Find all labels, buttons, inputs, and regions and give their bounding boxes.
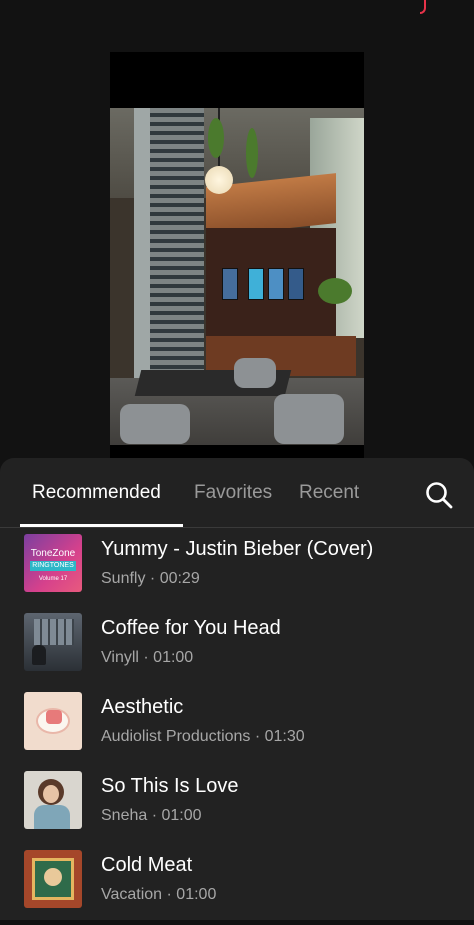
- thumb-brand: ToneZone: [30, 548, 76, 559]
- menu-screen: [268, 268, 284, 300]
- album-art: ToneZone RINGTONES Volume 17: [24, 534, 82, 592]
- pillar-edge: [134, 108, 150, 378]
- active-tab-indicator: [20, 524, 183, 527]
- hanging-plant: [208, 118, 224, 158]
- track-meta: Vacation · 01:00: [101, 886, 217, 903]
- list-item[interactable]: So This Is Love Sneha · 01:00: [0, 767, 474, 846]
- album-art: [24, 850, 82, 908]
- album-art: [24, 613, 82, 671]
- video-preview-area: [0, 0, 474, 470]
- track-title: Coffee for You Head: [101, 617, 281, 639]
- menu-screen: [288, 268, 304, 300]
- tab-favorites[interactable]: Favorites: [194, 482, 272, 504]
- thumb-face: [43, 785, 59, 803]
- track-title: Cold Meat: [101, 854, 193, 876]
- thumb-volume: Volume 17: [38, 576, 68, 582]
- list-item[interactable]: Coffee for You Head Vinyll · 01:00: [0, 609, 474, 688]
- search-icon: [426, 482, 453, 509]
- hanging-plant: [246, 128, 258, 178]
- list-item[interactable]: Cold Meat Vacation · 01:00: [0, 846, 474, 925]
- tab-recent[interactable]: Recent: [299, 482, 359, 504]
- potted-plant: [318, 278, 352, 304]
- thumb-figure: [32, 645, 46, 665]
- pendant-lamp: [205, 166, 233, 194]
- track-meta: Sunfly · 00:29: [101, 570, 200, 587]
- album-art: [24, 692, 82, 750]
- tab-recommended[interactable]: Recommended: [32, 482, 161, 504]
- track-meta: Vinyll · 01:00: [101, 649, 194, 666]
- thumb-body: [34, 805, 70, 829]
- chair: [274, 394, 344, 444]
- list-item[interactable]: Aesthetic Audiolist Productions · 01:30: [0, 688, 474, 767]
- status-indicator: [420, 0, 426, 14]
- menu-screen: [248, 268, 264, 300]
- track-title: Aesthetic: [101, 696, 184, 718]
- search-button[interactable]: [424, 480, 454, 510]
- list-item[interactable]: ToneZone RINGTONES Volume 17 Yummy - Jus…: [0, 530, 474, 609]
- track-title: So This Is Love: [101, 775, 239, 797]
- track-meta: Sneha · 01:00: [101, 807, 202, 824]
- track-title: Yummy - Justin Bieber (Cover): [101, 538, 374, 560]
- menu-screen: [222, 268, 238, 300]
- thumb-figure: [44, 868, 62, 886]
- thumb-window: [34, 619, 74, 645]
- video-preview[interactable]: [110, 52, 364, 458]
- preview-photo: [110, 108, 364, 445]
- sound-picker-sheet: Recommended Favorites Recent ToneZone RI…: [0, 458, 474, 920]
- chair: [234, 358, 276, 388]
- thumb-band: RINGTONES: [30, 561, 76, 571]
- tab-bar: Recommended Favorites Recent: [0, 458, 474, 528]
- chair: [120, 404, 190, 444]
- track-meta: Audiolist Productions · 01:30: [101, 728, 305, 745]
- album-art: [24, 771, 82, 829]
- thumb-cake: [46, 710, 62, 724]
